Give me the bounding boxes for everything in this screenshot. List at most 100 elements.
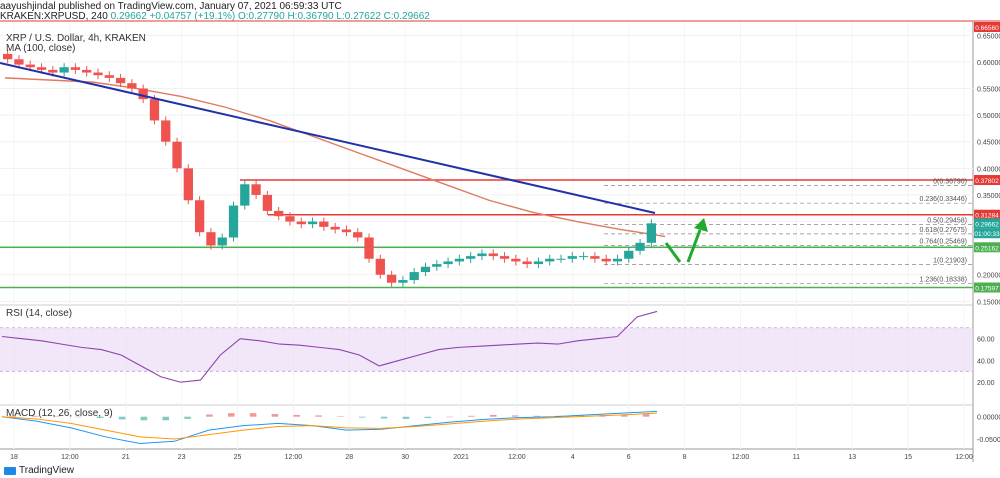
- moving-average: [4, 77, 666, 238]
- candle-body: [183, 168, 193, 201]
- time-tick-label: 13: [848, 454, 856, 461]
- candle-body: [556, 258, 566, 260]
- macd-histogram-bar: [162, 416, 170, 421]
- macd-histogram-bar: [380, 416, 388, 419]
- candle-body: [375, 258, 385, 275]
- up-arrow-head: [694, 218, 708, 232]
- tradingview-logo[interactable]: TradingView: [4, 465, 74, 476]
- horizontal-levels: [0, 179, 973, 289]
- time-tick-label: 15: [904, 454, 912, 461]
- candle-body: [127, 83, 137, 89]
- candle-body: [3, 53, 13, 60]
- candle-body: [262, 194, 273, 211]
- macd-histogram-bar: [206, 414, 213, 417]
- candle-body: [522, 261, 532, 265]
- candle-body: [443, 261, 453, 265]
- candle-body: [93, 72, 103, 76]
- candle-body: [454, 258, 465, 262]
- macd-histogram-bar: [227, 413, 235, 417]
- macd-histogram-bar: [533, 415, 541, 417]
- candle-body: [533, 261, 544, 265]
- candle-body: [624, 250, 634, 259]
- macd-histogram-bar: [271, 414, 279, 417]
- candle-body: [466, 256, 476, 259]
- macd-histogram-bar: [118, 416, 126, 420]
- time-tick-label: 11: [793, 454, 800, 461]
- fib-label: 1.236(0.18338): [920, 277, 967, 284]
- candle-body: [274, 210, 284, 217]
- time-tick-label: 23: [178, 454, 186, 461]
- rsi-tick-label: 40.00: [977, 358, 995, 365]
- time-tick-label: 12:00: [955, 454, 973, 461]
- time-tick-label: 12:00: [285, 454, 303, 461]
- fib-label: 0.5(0.29458): [927, 217, 967, 224]
- candle-body: [635, 242, 645, 251]
- macd-pane: 0.00000 -0.05000: [1, 410, 1000, 444]
- macd-histogram-bar: [446, 416, 453, 418]
- macd-histogram-bar: [489, 414, 497, 417]
- rsi-tick-label: 60.00: [977, 337, 995, 344]
- candle-body: [14, 59, 24, 65]
- candle-body: [386, 274, 397, 283]
- candle-body: [612, 258, 623, 262]
- macd-legend: MACD (12, 26, close, 9): [6, 408, 113, 419]
- candle-body: [149, 99, 160, 121]
- fib-label: 0(0.36790): [933, 178, 967, 185]
- tradingview-label: TradingView: [19, 465, 75, 476]
- candle-body: [48, 69, 58, 73]
- chart-frame: aayushjindal published on TradingView.co…: [0, 0, 1000, 478]
- candle-body: [601, 258, 611, 262]
- macd-histogram-bar: [424, 416, 432, 419]
- up-arrow-stroke: [686, 229, 702, 263]
- macd-histogram-bar: [402, 416, 410, 419]
- time-tick-label: 12:00: [732, 454, 750, 461]
- macd-histogram-bar: [358, 416, 366, 418]
- price-tick-label: 0.35000: [977, 193, 1000, 200]
- candle-body: [330, 226, 340, 230]
- rsi-band: [0, 327, 973, 372]
- candle-body: [104, 75, 114, 78]
- time-tick-label: 30: [401, 454, 409, 461]
- price-badge-label: 0.29662: [975, 221, 999, 228]
- macd-histogram-bar: [140, 416, 148, 421]
- price-badge-label: 0.37802: [975, 178, 999, 185]
- fib-label: 1(0.21903): [933, 258, 967, 265]
- price-tick-label: 0.60000: [977, 60, 1000, 67]
- price-tick-label: 0.15000: [977, 299, 1000, 306]
- time-tick-label: 12:00: [61, 454, 79, 461]
- candle-body: [206, 232, 216, 246]
- ma-line: [4, 77, 666, 238]
- candle-body: [432, 264, 442, 267]
- candle-body: [240, 184, 250, 206]
- candle-body: [285, 216, 295, 222]
- macd-histogram-bar: [184, 416, 191, 419]
- ma-legend: MA (100, close): [6, 43, 76, 54]
- time-tick-label: 28: [345, 454, 353, 461]
- candle-body: [488, 253, 498, 257]
- grid: [0, 22, 973, 449]
- price-badge-label: 0.66560: [975, 25, 999, 32]
- macd-histogram-bar: [642, 414, 650, 417]
- fib-label: 0.618(0.27675): [920, 227, 967, 234]
- candle-body: [511, 258, 521, 262]
- candle-body: [341, 229, 352, 233]
- price-tick-label: 0.20000: [977, 273, 1000, 280]
- trendline[interactable]: [0, 62, 656, 214]
- candle-body: [420, 266, 431, 273]
- price-tick-label: 0.50000: [977, 113, 1000, 120]
- time-tick-label: 2021: [453, 454, 469, 461]
- annotation-arrows: [664, 218, 708, 263]
- chart-canvas[interactable]: 20.00 40.00 60.00 0.00000 -0.05000 0(0.3679…: [0, 0, 1000, 478]
- macd-histogram-bar: [511, 415, 519, 417]
- time-axis: 18 12:00 21 23 25 12:00 28 30 2021 12:00 4 6 8 12:00 1…: [10, 454, 973, 461]
- time-tick-label: 6: [627, 454, 631, 461]
- price-badge-label: 01:00:33: [974, 231, 1000, 238]
- candle-body: [646, 223, 656, 243]
- candle-body: [545, 258, 555, 262]
- candle-body: [228, 205, 239, 238]
- candle-body: [82, 69, 92, 73]
- price-badge-label: 0.17597: [975, 286, 999, 293]
- candle-body: [194, 200, 205, 233]
- candle-body: [172, 141, 182, 169]
- candle-body: [161, 120, 171, 142]
